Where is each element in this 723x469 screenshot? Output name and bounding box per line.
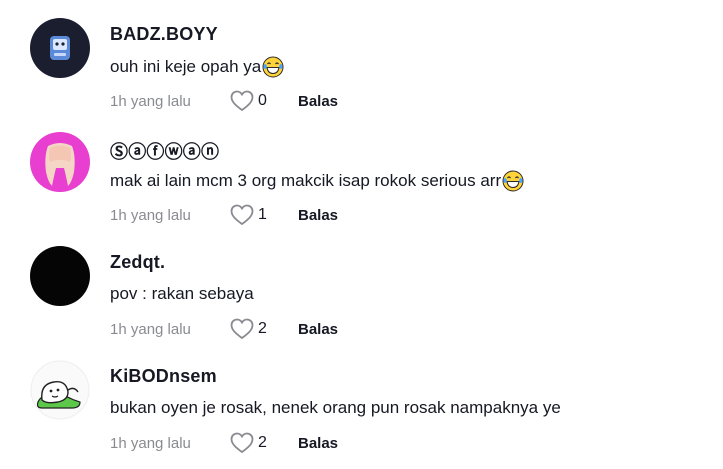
comment-meta: 1h yang lalu 2 Balas xyxy=(110,318,338,340)
like-count: 0 xyxy=(258,92,267,109)
username[interactable]: BADZ.BOYY xyxy=(110,24,218,45)
like-count: 2 xyxy=(258,434,267,451)
username[interactable]: Zedqt. xyxy=(110,252,165,273)
comment-text: bukan oyen je rosak, nenek orang pun ros… xyxy=(110,398,561,418)
heart-icon[interactable] xyxy=(230,204,254,226)
timestamp: 1h yang lalu xyxy=(110,92,191,110)
username[interactable]: KiBODnsem xyxy=(110,366,217,387)
avatar[interactable] xyxy=(30,246,90,306)
username[interactable]: Ⓢⓐⓕⓦⓐⓝ xyxy=(110,138,219,164)
heart-icon[interactable] xyxy=(230,90,254,112)
pink-hair-avatar-icon xyxy=(30,132,90,192)
like-button[interactable]: 0 xyxy=(230,90,298,112)
timestamp: 1h yang lalu xyxy=(110,434,191,452)
comment-text-content: mak ai lain mcm 3 org makcik isap rokok … xyxy=(110,171,502,190)
timestamp: 1h yang lalu xyxy=(110,320,191,338)
reply-button[interactable]: Balas xyxy=(298,207,338,224)
heart-icon[interactable] xyxy=(230,318,254,340)
like-button[interactable]: 2 xyxy=(230,432,298,454)
avatar[interactable] xyxy=(30,18,90,78)
tears-of-joy-emoji-icon xyxy=(502,170,524,192)
reply-button[interactable]: Balas xyxy=(298,321,338,338)
heart-icon[interactable] xyxy=(230,432,254,454)
comment-item: BADZ.BOYY ouh ini keje opah ya 1h yang l… xyxy=(0,0,723,114)
avatar[interactable] xyxy=(30,132,90,192)
reply-button[interactable]: Balas xyxy=(298,435,338,452)
cartoon-avatar-icon xyxy=(30,360,90,420)
comment-text: pov : rakan sebaya xyxy=(110,284,254,304)
avatar[interactable] xyxy=(30,360,90,420)
comment-text: ouh ini keje opah ya xyxy=(110,56,284,78)
comment-item: KiBODnsem bukan oyen je rosak, nenek ora… xyxy=(0,342,723,456)
comment-meta: 1h yang lalu 0 Balas xyxy=(110,90,338,112)
comment-text: mak ai lain mcm 3 org makcik isap rokok … xyxy=(110,170,524,192)
comment-item: Zedqt. pov : rakan sebaya 1h yang lalu 2… xyxy=(0,228,723,342)
timestamp: 1h yang lalu xyxy=(110,206,191,224)
robot-avatar-icon xyxy=(30,18,90,78)
like-button[interactable]: 2 xyxy=(230,318,298,340)
like-button[interactable]: 1 xyxy=(230,204,298,226)
like-count: 2 xyxy=(258,320,267,337)
comment-text-content: bukan oyen je rosak, nenek orang pun ros… xyxy=(110,398,561,417)
comment-meta: 1h yang lalu 2 Balas xyxy=(110,432,338,454)
reply-button[interactable]: Balas xyxy=(298,93,338,110)
comment-item: Ⓢⓐⓕⓦⓐⓝ mak ai lain mcm 3 org makcik isap… xyxy=(0,114,723,228)
comment-text-content: ouh ini keje opah ya xyxy=(110,57,262,76)
comment-text-content: pov : rakan sebaya xyxy=(110,284,254,303)
black-avatar-icon xyxy=(30,246,90,306)
like-count: 1 xyxy=(258,206,267,223)
comment-meta: 1h yang lalu 1 Balas xyxy=(110,204,338,226)
tears-of-joy-emoji-icon xyxy=(262,56,284,78)
